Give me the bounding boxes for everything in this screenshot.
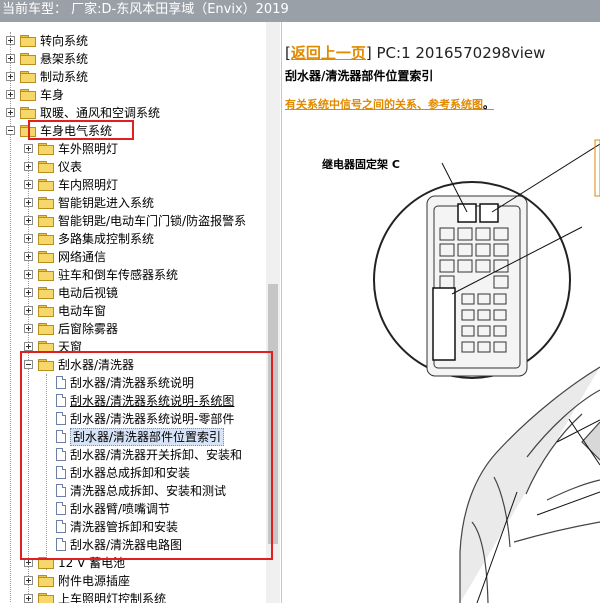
tree-item-label: 电动车窗 [58,304,107,318]
expand-icon[interactable] [24,270,33,279]
folder-icon [38,305,54,317]
tree-item-folder[interactable]: 车外照明灯 [0,140,265,158]
tree-item-folder[interactable]: 车内照明灯 [0,176,265,194]
folder-icon [38,215,54,227]
tree-item-folder[interactable]: 智能钥匙进入系统 [0,194,265,212]
tree-item-folder[interactable]: 制动系统 [0,68,265,86]
tree-item-label: 转向系统 [40,34,89,48]
folder-icon [38,269,54,281]
component-location-diagram [373,139,600,603]
tree-item-folder[interactable]: 转向系统 [0,32,265,50]
content-pane: [返回上一页] PC:1 2016570298view 刮水器/清洗器部件位置索… [282,22,600,603]
expand-icon[interactable] [24,288,33,297]
tree-item-label: 多路集成控制系统 [58,232,155,246]
car-body-illustration [459,366,600,603]
tree-item-folder[interactable]: 多路集成控制系统 [0,230,265,248]
expand-icon[interactable] [6,90,15,99]
folder-icon [38,575,54,587]
expand-icon[interactable] [24,252,33,261]
folder-icon [38,179,54,191]
expand-icon[interactable] [24,306,33,315]
folder-icon [38,161,54,173]
folder-icon [20,107,36,119]
expand-icon[interactable] [6,108,15,117]
tree-item-label: 智能钥匙/电动车门门锁/防盗报警系 [58,214,247,228]
expand-icon[interactable] [6,72,15,81]
highlight-box-body-electrical [28,120,134,140]
tree-item-label: 网络通信 [58,250,107,264]
tree-item-label: 智能钥匙进入系统 [58,196,155,210]
tree-item-folder[interactable]: 附件电源插座 [0,572,265,590]
expand-icon[interactable] [24,324,33,333]
tree-item-folder[interactable]: 电动后视镜 [0,284,265,302]
window-title: 当前车型： 厂家:D-东风本田享域（Envix）2019 [2,2,289,17]
folder-icon [38,323,54,335]
highlight-box-wiper-washer [20,351,273,560]
expand-icon[interactable] [24,198,33,207]
tree-item-label: 车内照明灯 [58,178,119,192]
tree-item-label: 制动系统 [40,70,89,84]
expand-icon[interactable] [24,234,33,243]
folder-icon [38,143,54,155]
expand-icon[interactable] [24,180,33,189]
tree-item-folder[interactable]: 电动车窗 [0,302,265,320]
tree-item-label: 车外照明灯 [58,142,119,156]
tree-item-folder[interactable]: 车身 [0,86,265,104]
collapse-icon[interactable] [6,126,15,135]
tree-item-label: 上车照明灯控制系统 [58,592,167,603]
tree-item-folder[interactable]: 后窗除雾器 [0,320,265,338]
folder-icon [38,593,54,603]
tree-item-folder[interactable]: 驻车和倒车传感器系统 [0,266,265,284]
tree-item-folder[interactable]: 上车照明灯控制系统 [0,590,265,603]
expand-icon[interactable] [24,342,33,351]
tree-item-label: 悬架系统 [40,52,89,66]
folder-icon [20,53,36,65]
tree-item-label: 后窗除雾器 [58,322,119,336]
expand-icon[interactable] [24,162,33,171]
tree-item-label: 车身 [40,88,65,102]
tree-item-label: 电动后视镜 [58,286,119,300]
folder-icon [20,71,36,83]
expand-icon[interactable] [24,576,33,585]
relay-bracket-illustration [426,195,528,377]
folder-icon [20,89,36,101]
expand-icon[interactable] [24,594,33,603]
expand-icon[interactable] [24,144,33,153]
tree-item-folder[interactable]: 智能钥匙/电动车门门锁/防盗报警系 [0,212,265,230]
expand-icon[interactable] [6,54,15,63]
tree-item-label: 仪表 [58,160,83,174]
tree-item-folder[interactable]: 网络通信 [0,248,265,266]
navigation-tree-pane[interactable]: 转向系统 悬架系统 制动系统 车身 取暖、通风和空调系统 车身电气系统 车外照明灯 仪表 车内照… [0,22,282,603]
tree-item-folder[interactable]: 仪表 [0,158,265,176]
expand-icon[interactable] [24,216,33,225]
tree-item-folder[interactable]: 悬架系统 [0,50,265,68]
callout-marker [594,139,600,197]
tree-item-label: 附件电源插座 [58,574,131,588]
window-title-bar: 当前车型： 厂家:D-东风本田享域（Envix）2019 [0,0,600,22]
folder-icon [38,251,54,263]
tree-item-label: 驻车和倒车传感器系统 [58,268,179,282]
expand-icon[interactable] [6,36,15,45]
folder-icon [20,35,36,47]
folder-icon [38,197,54,209]
folder-icon [38,233,54,245]
folder-icon [38,287,54,299]
